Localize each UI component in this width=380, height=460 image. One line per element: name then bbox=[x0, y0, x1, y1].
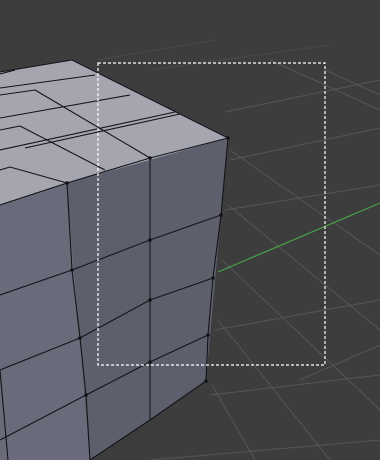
3d-viewport[interactable] bbox=[0, 0, 380, 460]
cube-mesh[interactable] bbox=[0, 59, 230, 460]
viewport-canvas[interactable] bbox=[0, 0, 380, 460]
cube-right-face[interactable] bbox=[67, 138, 228, 460]
